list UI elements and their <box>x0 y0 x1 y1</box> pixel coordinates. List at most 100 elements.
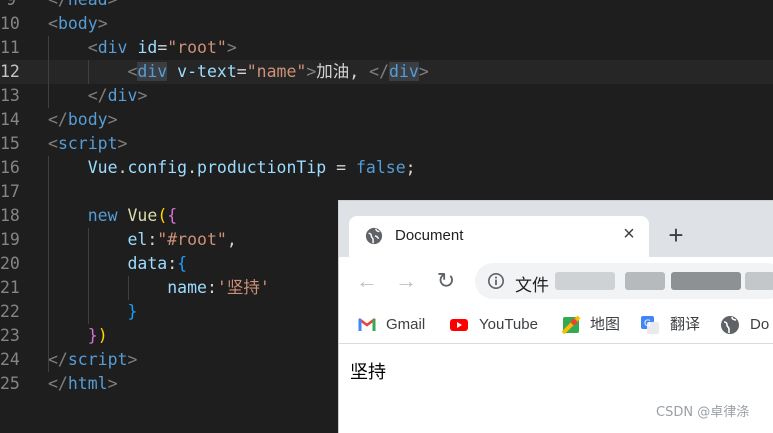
bookmark-maps[interactable]: 地图 <box>590 315 620 335</box>
code-text: </script> <box>48 348 137 372</box>
indent-guide <box>128 276 129 300</box>
code-line[interactable]: 12 <div v-text="name">加油, </div> <box>0 60 773 84</box>
blurred-url <box>671 272 741 290</box>
code-token: config <box>127 158 188 177</box>
indent-guide <box>88 60 89 84</box>
code-token: Vue <box>127 206 158 225</box>
line-number: 20 <box>0 254 20 273</box>
code-token: } <box>87 326 98 345</box>
close-icon[interactable]: × <box>619 224 639 244</box>
code-token: </ <box>48 350 68 369</box>
maps-icon <box>561 315 581 335</box>
code-token: script <box>57 134 118 153</box>
code-token: ) <box>97 326 108 345</box>
blurred-url <box>745 272 773 290</box>
code-line[interactable]: 14 </body> <box>0 108 773 132</box>
code-token: . <box>117 158 128 177</box>
code-text: <div id="root"> <box>48 36 237 60</box>
line-number: 15 <box>0 134 20 153</box>
code-token: > <box>127 350 138 369</box>
code-token: script <box>67 350 128 369</box>
blurred-url <box>555 272 615 290</box>
code-token: </ <box>48 110 68 129</box>
line-number: 17 <box>0 182 20 201</box>
code-token: , <box>226 230 237 249</box>
globe-icon <box>365 227 383 245</box>
code-token: </ <box>369 62 390 81</box>
line-number: 14 <box>0 110 20 129</box>
browser-toolbar: ← → ↻ 文件 <box>339 257 773 305</box>
forward-button[interactable]: → <box>394 269 418 293</box>
info-icon[interactable] <box>487 272 505 290</box>
code-line[interactable]: 9 </head> <box>0 0 773 12</box>
line-number: 18 <box>0 206 20 225</box>
globe-icon <box>721 316 739 334</box>
code-token: data <box>127 254 168 273</box>
bookmark-document[interactable]: Do <box>750 315 769 335</box>
code-token: } <box>127 302 138 321</box>
code-token: head <box>68 0 108 9</box>
reload-button[interactable]: ↻ <box>434 269 458 293</box>
code-text: Vue.config.productionTip = false; <box>48 156 416 180</box>
code-line[interactable]: 15 <script> <box>0 132 773 156</box>
code-token: = <box>157 38 168 57</box>
code-token: html <box>67 374 108 393</box>
code-token: > <box>97 14 108 33</box>
code-token: > <box>137 86 148 105</box>
code-line[interactable]: 11 <div id="root"> <box>0 36 773 60</box>
code-token: : <box>206 278 217 297</box>
code-line[interactable]: 10 <body> <box>0 12 773 36</box>
code-token: ( <box>157 206 168 225</box>
code-token: = <box>326 158 356 177</box>
code-token: ; <box>405 158 416 177</box>
blurred-url <box>625 272 665 290</box>
code-line[interactable]: 13 </div> <box>0 84 773 108</box>
code-token: new <box>87 206 118 225</box>
line-number: 21 <box>0 278 20 297</box>
code-token: 加油, <box>316 62 370 81</box>
bookmark-youtube[interactable]: YouTube <box>479 315 538 335</box>
code-token: name <box>167 278 207 297</box>
code-text: el:"#root", <box>48 228 237 252</box>
tab-document[interactable]: Document × <box>349 216 649 257</box>
code-token: div <box>107 86 138 105</box>
bookmark-translate[interactable]: 翻译 <box>670 315 700 335</box>
code-text: <script> <box>48 132 127 156</box>
code-token: > <box>226 38 237 57</box>
indent-guide <box>88 228 89 324</box>
youtube-icon <box>450 319 468 331</box>
code-token: { <box>177 254 188 273</box>
address-bar[interactable]: 文件 <box>475 263 773 299</box>
code-token: </ <box>48 0 68 9</box>
code-token: div <box>97 38 128 57</box>
indent-guide <box>48 36 49 108</box>
code-token: > <box>108 0 118 9</box>
indent-guide <box>48 156 49 372</box>
code-token: > <box>117 134 128 153</box>
browser-window: Document × + ← → ↻ 文件 Gmail YouTube 地图 G… <box>339 201 773 433</box>
code-token: id <box>137 38 158 57</box>
new-tab-button[interactable]: + <box>664 222 688 248</box>
code-token: > <box>306 62 317 81</box>
tab-title: Document <box>395 227 464 244</box>
line-number: 13 <box>0 86 20 105</box>
back-button[interactable]: ← <box>355 269 379 293</box>
bookmark-gmail[interactable]: Gmail <box>386 315 425 335</box>
tab-strip: Document × + <box>339 201 773 257</box>
code-line[interactable]: 16 Vue.config.productionTip = false; <box>0 156 773 180</box>
page-text: 坚持 <box>350 362 386 382</box>
code-text: </html> <box>48 372 118 396</box>
code-token: < <box>127 62 138 81</box>
code-token: div <box>137 62 168 81</box>
code-token: < <box>48 14 58 33</box>
code-text: } <box>48 300 137 324</box>
code-token: false <box>356 158 406 177</box>
code-text: </head> <box>48 0 118 12</box>
